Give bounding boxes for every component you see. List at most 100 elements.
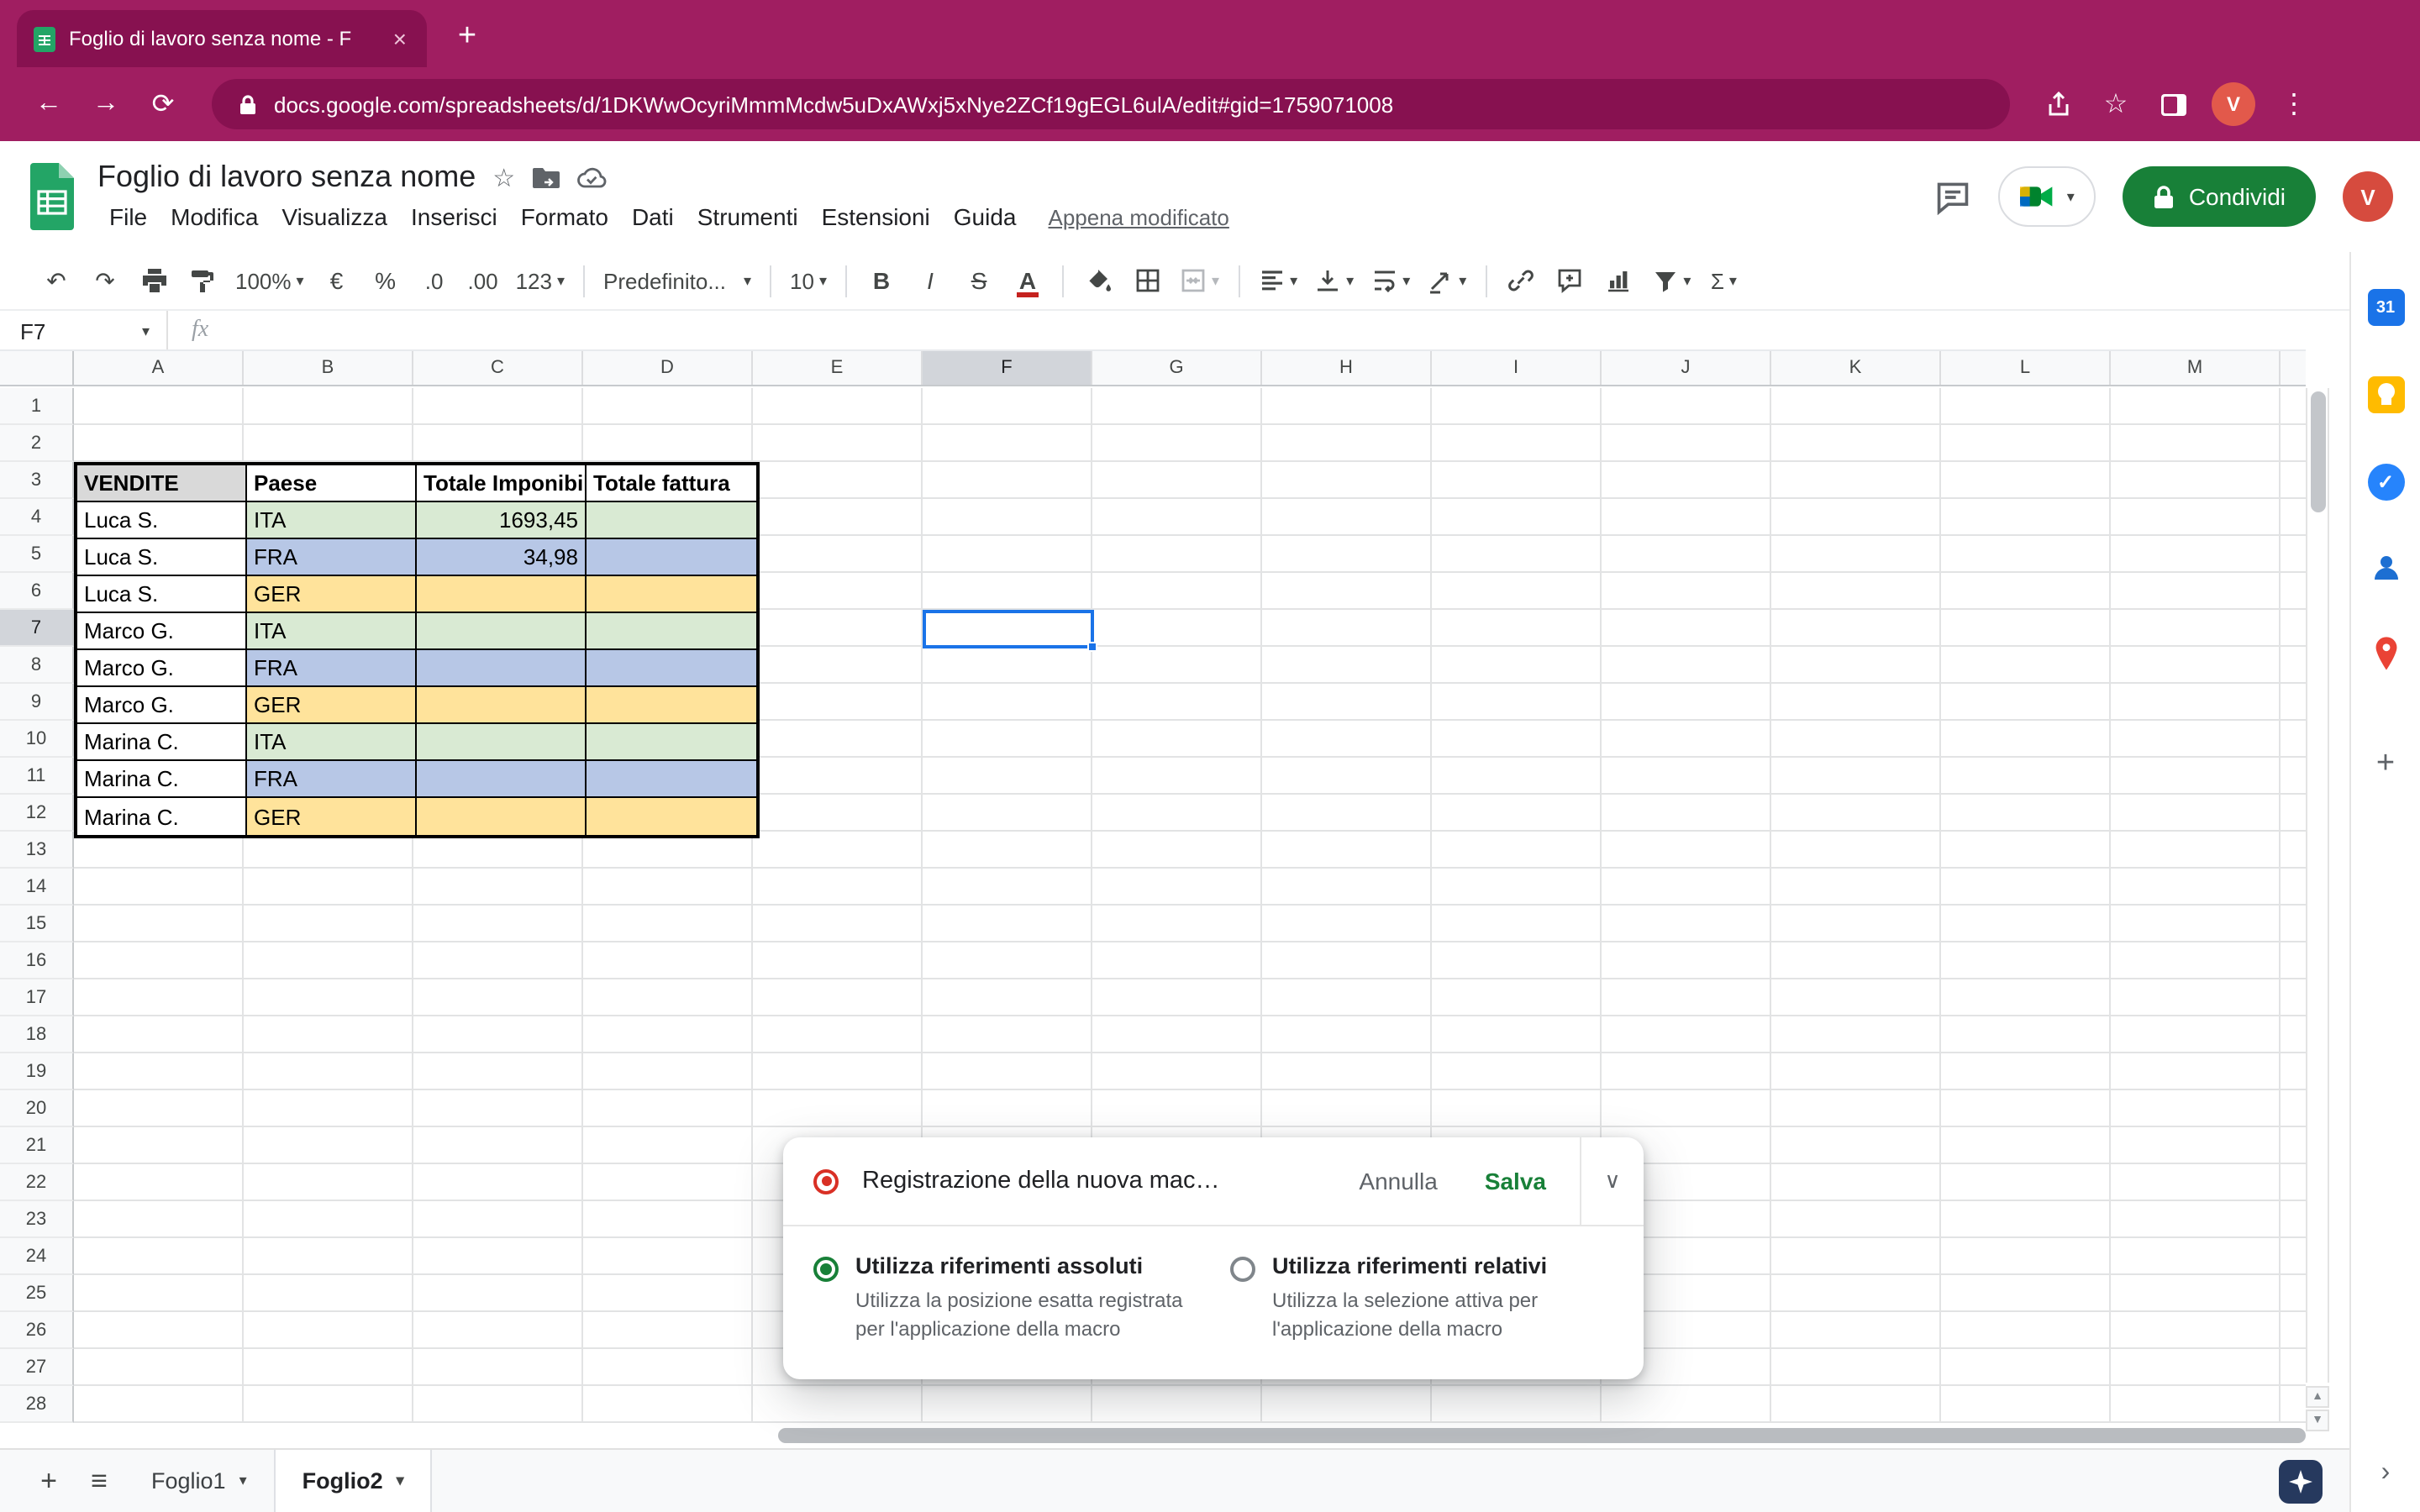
row-header-11[interactable]: 11 — [0, 758, 74, 795]
row-header-1[interactable]: 1 — [0, 388, 74, 425]
column-header-A[interactable]: A — [74, 351, 244, 385]
share-button[interactable]: Condividi — [2123, 166, 2316, 227]
text-color-button[interactable]: A — [1005, 258, 1050, 303]
side-panel-icon[interactable] — [2148, 79, 2198, 129]
macro-cancel-button[interactable]: Annulla — [1335, 1154, 1460, 1208]
vertical-scrollbar-thumb[interactable] — [2311, 391, 2326, 512]
column-header-L[interactable]: L — [1941, 351, 2111, 385]
row-header-12[interactable]: 12 — [0, 795, 74, 832]
column-header-D[interactable]: D — [583, 351, 753, 385]
table-cell[interactable]: Marina C. — [77, 724, 247, 761]
format-percent-button[interactable]: % — [363, 258, 408, 303]
radio-icon[interactable] — [1230, 1257, 1255, 1282]
reload-icon[interactable]: ⟳ — [138, 79, 188, 129]
table-cell[interactable] — [587, 539, 756, 576]
table-cell[interactable]: Luca S. — [77, 539, 247, 576]
vertical-scrollbar[interactable] — [2306, 388, 2329, 1383]
strikethrough-button[interactable]: S — [956, 258, 1002, 303]
all-sheets-icon[interactable]: ≡ — [74, 1456, 124, 1506]
row-header-10[interactable]: 10 — [0, 721, 74, 758]
menu-inserisci[interactable]: Inserisci — [399, 200, 509, 234]
macro-option-relative[interactable]: Utilizza riferimenti relativiUtilizza la… — [1230, 1253, 1613, 1346]
table-cell[interactable]: Marco G. — [77, 613, 247, 650]
table-cell[interactable] — [417, 576, 587, 613]
row-header-24[interactable]: 24 — [0, 1238, 74, 1275]
contacts-icon[interactable] — [2369, 551, 2402, 585]
scroll-down-icon[interactable]: ▼ — [2306, 1410, 2329, 1431]
cloud-status-icon[interactable] — [576, 166, 606, 188]
back-icon[interactable]: ← — [24, 79, 74, 129]
menu-estensioni[interactable]: Estensioni — [810, 200, 942, 234]
table-cell[interactable]: Luca S. — [77, 502, 247, 539]
row-header-2[interactable]: 2 — [0, 425, 74, 462]
menu-dati[interactable]: Dati — [620, 200, 686, 234]
table-cell[interactable]: GER — [247, 798, 417, 835]
scroll-up-icon[interactable]: ▲ — [2306, 1386, 2329, 1408]
table-cell[interactable]: Luca S. — [77, 576, 247, 613]
table-cell[interactable]: FRA — [247, 761, 417, 798]
table-cell[interactable]: FRA — [247, 650, 417, 687]
italic-button[interactable]: I — [908, 258, 953, 303]
select-all-corner[interactable] — [0, 351, 74, 385]
meet-call-button[interactable]: ▾ — [1998, 166, 2096, 227]
row-header-17[interactable]: 17 — [0, 979, 74, 1016]
table-cell[interactable] — [587, 502, 756, 539]
table-cell[interactable]: Marina C. — [77, 761, 247, 798]
table-cell[interactable] — [417, 798, 587, 835]
vertical-align-button[interactable]: ▾ — [1307, 258, 1360, 303]
column-header-J[interactable]: J — [1602, 351, 1771, 385]
table-cell[interactable] — [587, 761, 756, 798]
macro-save-button[interactable]: Salva — [1461, 1154, 1570, 1208]
table-cell[interactable]: GER — [247, 576, 417, 613]
macro-collapse-icon[interactable]: ∨ — [1580, 1137, 1644, 1225]
sheet-tab-foglio1[interactable]: Foglio1▾ — [124, 1450, 274, 1512]
selected-cell-F7[interactable] — [923, 610, 1094, 648]
menu-strumenti[interactable]: Strumenti — [686, 200, 810, 234]
more-formats-button[interactable]: 123 ▾ — [509, 258, 571, 303]
table-cell[interactable]: ITA — [247, 724, 417, 761]
table-header-cell[interactable]: Totale fattura — [587, 465, 756, 502]
row-header-25[interactable]: 25 — [0, 1275, 74, 1312]
text-wrap-button[interactable]: ▾ — [1364, 258, 1417, 303]
sheets-logo-icon[interactable] — [27, 163, 77, 230]
table-cell[interactable] — [417, 613, 587, 650]
row-header-26[interactable]: 26 — [0, 1312, 74, 1349]
increase-decimals-button[interactable]: .00 — [460, 258, 506, 303]
macro-option-absolute[interactable]: Utilizza riferimenti assolutiUtilizza la… — [813, 1253, 1197, 1346]
comment-history-icon[interactable] — [1934, 179, 1971, 214]
create-filter-icon[interactable]: ▾ — [1644, 258, 1697, 303]
row-header-6[interactable]: 6 — [0, 573, 74, 610]
browser-tab[interactable]: Foglio di lavoro senza nome - F × — [17, 10, 427, 67]
merge-cells-button[interactable]: ▾ — [1173, 258, 1226, 303]
column-header-K[interactable]: K — [1771, 351, 1941, 385]
print-icon[interactable] — [131, 258, 176, 303]
extension-badge-icon[interactable] — [2279, 1459, 2323, 1503]
column-header-F[interactable]: F — [923, 351, 1092, 385]
column-header-B[interactable]: B — [244, 351, 413, 385]
table-header-cell[interactable]: Totale Imponibile — [417, 465, 587, 502]
table-cell[interactable] — [587, 687, 756, 724]
star-document-icon[interactable]: ☆ — [492, 162, 515, 192]
browser-menu-kebab-icon[interactable]: ⋮ — [2269, 79, 2319, 129]
table-cell[interactable] — [417, 761, 587, 798]
column-header-H[interactable]: H — [1262, 351, 1432, 385]
undo-icon[interactable]: ↶ — [34, 258, 79, 303]
collapse-panel-icon[interactable]: › — [2381, 1458, 2391, 1488]
document-title[interactable]: Foglio di lavoro senza nome — [97, 160, 476, 195]
row-header-4[interactable]: 4 — [0, 499, 74, 536]
row-header-16[interactable]: 16 — [0, 942, 74, 979]
row-header-8[interactable]: 8 — [0, 647, 74, 684]
fill-handle[interactable] — [1087, 642, 1097, 652]
table-header-cell[interactable]: Paese — [247, 465, 417, 502]
table-cell[interactable]: ITA — [247, 613, 417, 650]
calendar-icon[interactable]: 31 — [2367, 289, 2404, 326]
table-cell[interactable] — [587, 613, 756, 650]
column-header-M[interactable]: M — [2111, 351, 2281, 385]
row-header-13[interactable]: 13 — [0, 832, 74, 869]
share-page-icon[interactable] — [2033, 79, 2084, 129]
new-tab-button[interactable]: + — [444, 13, 491, 60]
menu-formato[interactable]: Formato — [509, 200, 620, 234]
table-cell[interactable]: FRA — [247, 539, 417, 576]
column-header-partial[interactable] — [2281, 351, 2306, 385]
menu-visualizza[interactable]: Visualizza — [270, 200, 399, 234]
